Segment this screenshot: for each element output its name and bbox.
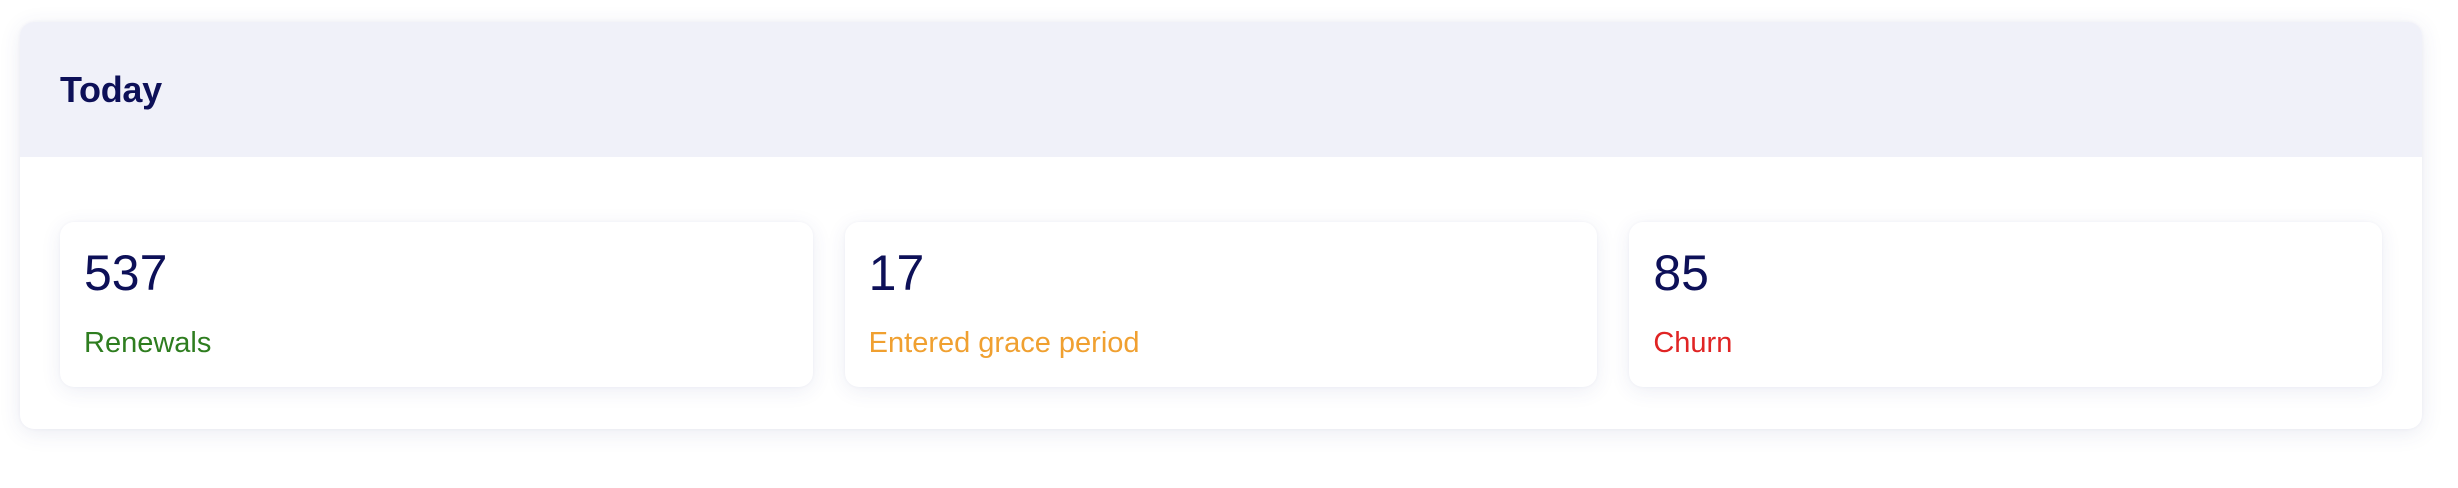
- panel-header: Today: [20, 22, 2422, 157]
- stat-card-grace-period: 17 Entered grace period: [844, 222, 1598, 387]
- stat-value: 17: [868, 245, 925, 301]
- stat-card-renewals: 537 Renewals: [60, 222, 813, 387]
- stat-label: Entered grace period: [868, 327, 1140, 359]
- stat-card-churn: 85 Churn: [1629, 222, 2383, 387]
- today-panel: Today 537 Renewals 17 Entered grace peri…: [20, 22, 2422, 429]
- stat-value: 85: [1653, 245, 1709, 301]
- stat-label: Renewals: [84, 327, 212, 359]
- panel-title: Today: [60, 68, 162, 110]
- stat-cards: 537 Renewals 17 Entered grace period 85 …: [60, 222, 2383, 387]
- stat-label: Churn: [1653, 327, 1733, 359]
- stat-value: 537: [84, 245, 168, 301]
